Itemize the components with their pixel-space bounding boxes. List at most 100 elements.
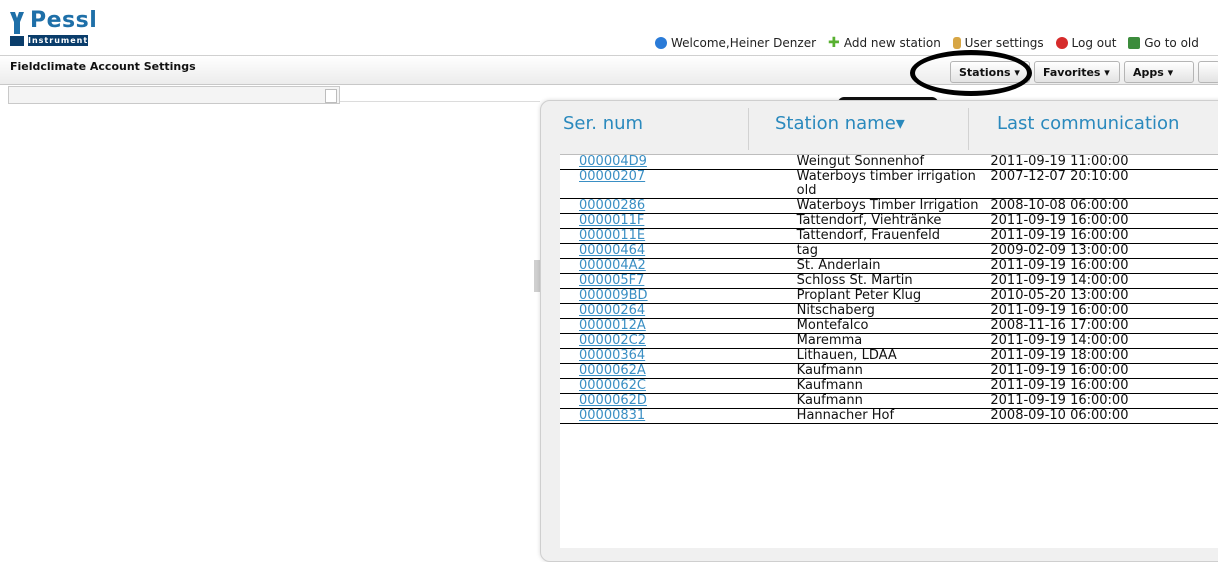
serial-cell: 000002C2: [560, 333, 782, 349]
serial-cell: 000009BD: [560, 288, 782, 304]
serial-number-link[interactable]: 0000012A: [579, 318, 646, 333]
station-name-cell: Waterboys Timber Irrigation: [781, 198, 991, 214]
serial-number-link[interactable]: 00000364: [579, 348, 645, 363]
station-name-cell: Maremma: [781, 333, 991, 349]
serial-number-link[interactable]: 0000011F: [579, 213, 644, 228]
last-communication-cell: 2011-09-19 16:00:00: [990, 258, 1218, 274]
serial-number-link[interactable]: 000005F7: [579, 273, 644, 288]
last-communication-cell: 2007-12-07 20:10:00: [990, 169, 1218, 199]
serial-cell: 000005F7: [560, 273, 782, 289]
station-name-cell: tag: [781, 243, 991, 259]
serial-number-link[interactable]: 000009BD: [579, 288, 648, 303]
station-name-cell: Waterboys timber irrigation old: [781, 169, 991, 199]
station-name-cell: Schloss St. Martin: [781, 273, 991, 289]
info-icon: [655, 36, 667, 49]
top-navigation: Welcome,Heiner Denzer ✚ Add new station U…: [655, 35, 1199, 50]
logo-subtitle: Instruments: [28, 35, 94, 46]
table-row[interactable]: 00000264 Nitschaberg 2011-09-19 16:00:00: [560, 303, 1218, 319]
logout-link[interactable]: Log out: [1072, 36, 1117, 50]
table-row[interactable]: 000005F7 Schloss St. Martin 2011-09-19 14:…: [560, 273, 1218, 289]
divider-line: [340, 101, 540, 102]
last-communication-cell: 2011-09-19 16:00:00: [990, 303, 1218, 319]
page-title: Fieldclimate Account Settings: [10, 60, 196, 73]
table-row[interactable]: 0000062A Kaufmann 2011-09-19 16:00:00: [560, 363, 1218, 379]
serial-number-link[interactable]: 00000286: [579, 198, 645, 213]
table-row[interactable]: 000004A2 St. Anderlain 2011-09-19 16:00:00: [560, 258, 1218, 274]
station-name-cell: St. Anderlain: [781, 258, 991, 274]
serial-number-link[interactable]: 00000264: [579, 303, 645, 318]
last-communication-cell: 2008-09-10 06:00:00: [990, 408, 1218, 424]
table-row[interactable]: 00000286 Waterboys Timber Irrigation 2008-…: [560, 198, 1218, 214]
serial-cell: 0000011E: [560, 228, 782, 244]
serial-cell: 0000011F: [560, 213, 782, 229]
table-row[interactable]: 0000012A Montefalco 2008-11-16 17:00:00: [560, 318, 1218, 334]
table-row[interactable]: 0000062C Kaufmann 2011-09-19 16:00:00: [560, 378, 1218, 394]
serial-number-link[interactable]: 000004D9: [579, 155, 647, 169]
serial-number-link[interactable]: 0000062C: [579, 378, 646, 393]
serial-cell: 000004D9: [560, 155, 782, 170]
last-communication-cell: 2011-09-19 16:00:00: [990, 363, 1218, 379]
station-name-cell: Proplant Peter Klug: [781, 288, 991, 304]
station-name-cell: Weingut Sonnenhof: [781, 155, 991, 170]
table-row[interactable]: 0000011E Tattendorf, Frauenfeld 2011-09-19…: [560, 228, 1218, 244]
column-separator: [748, 108, 749, 150]
left-panel: [8, 86, 340, 104]
station-name-cell: Kaufmann: [781, 378, 991, 394]
station-name-cell: Montefalco: [781, 318, 991, 334]
last-communication-cell: 2011-09-19 14:00:00: [990, 333, 1218, 349]
table-row[interactable]: 00000464 tag 2009-02-09 13:00:00: [560, 243, 1218, 259]
add-new-station-link[interactable]: Add new station: [844, 36, 941, 50]
station-name-cell: Tattendorf, Frauenfeld: [781, 228, 991, 244]
column-header-station-name[interactable]: Station name▾: [775, 113, 905, 134]
serial-cell: 0000062A: [560, 363, 782, 379]
column-separator: [968, 108, 969, 150]
serial-number-link[interactable]: 000002C2: [579, 333, 646, 348]
table-row[interactable]: 00000831 Hannacher Hof 2008-09-10 06:00:00: [560, 408, 1218, 424]
table-row[interactable]: 000009BD Proplant Peter Klug 2010-05-20 13…: [560, 288, 1218, 304]
table-row[interactable]: 0000011F Tattendorf, Viehtränke 2011-09-19…: [560, 213, 1218, 229]
column-header-last-communication[interactable]: Last communication: [997, 113, 1179, 134]
welcome-text: Welcome,Heiner Denzer: [671, 35, 817, 50]
serial-number-link[interactable]: 0000062A: [579, 363, 646, 378]
last-communication-cell: 2011-09-19 18:00:00: [990, 348, 1218, 364]
last-communication-cell: 2008-11-16 17:00:00: [990, 318, 1218, 334]
table-row[interactable]: 000004D9 Weingut Sonnenhof 2011-09-19 11:0…: [560, 155, 1218, 170]
last-communication-cell: 2011-09-19 14:00:00: [990, 273, 1218, 289]
station-name-cell: Kaufmann: [781, 363, 991, 379]
column-header-ser-num[interactable]: Ser. num: [563, 113, 643, 134]
serial-number-link[interactable]: 00000207: [579, 169, 645, 184]
more-menu-button[interactable]: [1198, 61, 1218, 83]
apps-menu-button[interactable]: Apps ▾: [1124, 61, 1194, 83]
last-communication-cell: 2009-02-09 13:00:00: [990, 243, 1218, 259]
station-name-cell: Lithauen, LDAA: [781, 348, 991, 364]
last-communication-cell: 2011-09-19 16:00:00: [990, 228, 1218, 244]
stations-menu-button[interactable]: Stations ▾: [950, 61, 1030, 83]
serial-number-link[interactable]: 00000831: [579, 408, 645, 423]
last-communication-cell: 2008-10-08 06:00:00: [990, 198, 1218, 214]
panel-scroll-button[interactable]: [325, 89, 337, 103]
serial-cell: 0000062D: [560, 393, 782, 409]
station-name-cell: Hannacher Hof: [781, 408, 991, 424]
favorites-menu-button[interactable]: Favorites ▾: [1034, 61, 1120, 83]
pessl-logo[interactable]: Pessl Instruments: [8, 8, 108, 48]
last-communication-cell: 2011-09-19 16:00:00: [990, 378, 1218, 394]
table-row[interactable]: 00000207 Waterboys timber irrigation old 2…: [560, 169, 1218, 199]
user-settings-link[interactable]: User settings: [965, 36, 1044, 50]
serial-cell: 00000264: [560, 303, 782, 319]
table-row[interactable]: 000002C2 Maremma 2011-09-19 14:00:00: [560, 333, 1218, 349]
serial-number-link[interactable]: 00000464: [579, 243, 645, 258]
station-name-cell: Tattendorf, Viehtränke: [781, 213, 991, 229]
table-row[interactable]: 00000364 Lithauen, LDAA 2011-09-19 18:00:0…: [560, 348, 1218, 364]
table-row[interactable]: 0000062D Kaufmann 2011-09-19 16:00:00: [560, 393, 1218, 409]
go-to-old-link[interactable]: Go to old: [1144, 36, 1199, 50]
last-communication-cell: 2011-09-19 16:00:00: [990, 393, 1218, 409]
serial-number-link[interactable]: 000004A2: [579, 258, 646, 273]
serial-cell: 00000464: [560, 243, 782, 259]
serial-number-link[interactable]: 0000011E: [579, 228, 645, 243]
station-name-cell: Kaufmann: [781, 393, 991, 409]
serial-number-link[interactable]: 0000062D: [579, 393, 647, 408]
logout-icon: [1055, 36, 1068, 49]
last-communication-cell: 2011-09-19 16:00:00: [990, 213, 1218, 229]
last-communication-cell: 2011-09-19 11:00:00: [990, 155, 1218, 170]
plus-icon: ✚: [827, 34, 840, 51]
